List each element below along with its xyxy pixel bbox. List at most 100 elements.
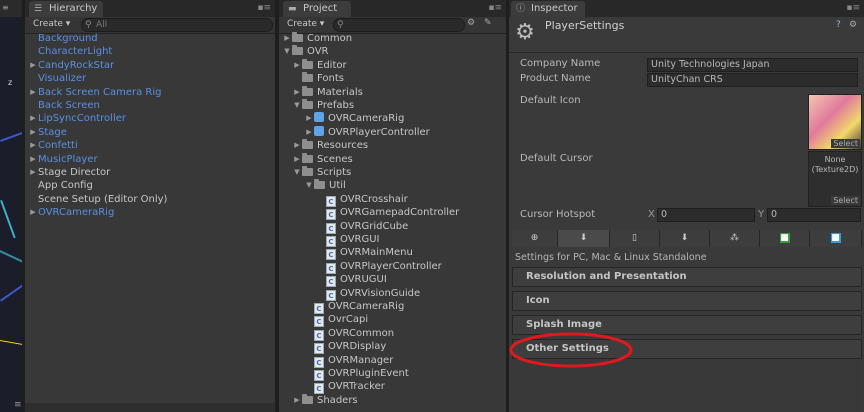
expand-arrow-icon[interactable]: ▼ bbox=[305, 179, 313, 192]
product-name-field[interactable]: UnityChan CRS bbox=[647, 73, 858, 87]
csharp-script-icon: C bbox=[326, 249, 336, 261]
default-cursor-select-button[interactable]: Select bbox=[831, 196, 860, 205]
project-item-label: Shaders bbox=[317, 394, 358, 406]
cursor-type-label: (Texture2D) bbox=[811, 165, 859, 174]
project-create-button[interactable]: Create ▾ bbox=[283, 18, 328, 31]
hierarchy-item-label: OVRCameraRig bbox=[38, 207, 115, 219]
expand-arrow-icon[interactable]: ▶ bbox=[305, 126, 313, 139]
standalone-download-icon: ⬇ bbox=[579, 233, 588, 243]
project-item-label: OVRGamepadController bbox=[340, 207, 460, 219]
csharp-script-icon: C bbox=[326, 209, 336, 221]
expand-arrow-icon[interactable]: ▼ bbox=[293, 99, 301, 112]
scene-view[interactable]: ≡ z ≡ bbox=[0, 0, 22, 412]
settings-for-label: Settings for PC, Mac & Linux Standalone bbox=[515, 252, 707, 263]
hierarchy-options-icon[interactable]: ▪≡ bbox=[257, 3, 271, 13]
expand-arrow-icon[interactable]: ▶ bbox=[293, 86, 301, 99]
expand-arrow-icon[interactable]: ▼ bbox=[293, 166, 301, 179]
default-icon-thumbnail[interactable]: Select bbox=[808, 94, 862, 150]
project-item-label: Common bbox=[307, 33, 353, 44]
hotspot-x-field[interactable]: 0 bbox=[657, 208, 755, 222]
platform-tab-standalone[interactable]: ⬇ bbox=[558, 230, 610, 247]
project-item-label: Scripts bbox=[317, 167, 352, 178]
inspector-options-icon[interactable]: ▪≡ bbox=[846, 3, 860, 13]
hierarchy-item-label: LipSyncController bbox=[38, 113, 126, 125]
tab-project[interactable]: ▬ Project bbox=[283, 1, 351, 17]
project-item-label: OVRPlayerController bbox=[340, 260, 442, 272]
inspector-title: PlayerSettings bbox=[545, 19, 625, 32]
hotspot-y-label: Y bbox=[758, 209, 765, 220]
tab-hierarchy[interactable]: ☰ Hierarchy bbox=[29, 1, 103, 17]
expand-arrow-icon[interactable]: ▶ bbox=[29, 112, 37, 125]
project-options-icon[interactable]: ▪≡ bbox=[488, 3, 502, 13]
filter-by-type-icon[interactable]: ⚙ bbox=[467, 18, 475, 28]
platform-tab-xbox[interactable]: ■ bbox=[760, 230, 810, 247]
hierarchy-tabbar: ☰ Hierarchy ▪≡ bbox=[25, 0, 275, 17]
csharp-script-icon: C bbox=[326, 276, 336, 288]
expand-arrow-icon[interactable]: ▶ bbox=[29, 153, 37, 166]
windows-store-icon: ■ bbox=[830, 233, 841, 243]
project-item-label: OVRCommon bbox=[328, 327, 395, 339]
folder-icon bbox=[302, 58, 313, 69]
csharp-script-icon: C bbox=[314, 370, 324, 381]
default-icon-select-button[interactable]: Select bbox=[831, 139, 860, 148]
default-cursor-thumbnail[interactable]: None (Texture2D) Select bbox=[808, 151, 862, 207]
hierarchy-item-label: MusicPlayer bbox=[38, 153, 98, 165]
expand-arrow-icon[interactable]: ▶ bbox=[293, 394, 301, 407]
expand-arrow-icon[interactable]: ▶ bbox=[293, 153, 301, 166]
expand-arrow-icon[interactable]: ▼ bbox=[283, 45, 291, 58]
folder-icon bbox=[302, 85, 313, 96]
project-tabbar: ▬ Project ▪≡ bbox=[279, 0, 506, 17]
project-item-label: OVRCameraRig bbox=[328, 301, 405, 312]
folder-icon bbox=[302, 166, 313, 176]
section-icon[interactable]: Icon bbox=[512, 291, 862, 311]
expand-arrow-icon[interactable]: ▶ bbox=[29, 206, 37, 219]
company-name-field[interactable]: Unity Technologies Japan bbox=[647, 58, 858, 72]
csharp-script-icon: C bbox=[326, 195, 336, 207]
section-resolution-and-presentation[interactable]: Resolution and Presentation bbox=[512, 267, 862, 287]
hierarchy-tab-icon: ☰ bbox=[34, 4, 43, 14]
csharp-script-icon: C bbox=[314, 303, 324, 314]
expand-arrow-icon[interactable]: ▶ bbox=[305, 112, 313, 125]
project-item-label: OVRPlayerController bbox=[328, 126, 430, 138]
expand-arrow-icon[interactable]: ▶ bbox=[29, 126, 37, 139]
platform-tab-windows-store[interactable]: ■ bbox=[810, 230, 862, 247]
project-search-input[interactable]: ⚲ bbox=[333, 18, 465, 32]
csharp-script-icon: C bbox=[326, 262, 336, 274]
platform-tab-web[interactable]: ⊕ bbox=[512, 230, 558, 247]
component-settings-icon[interactable]: ⚙ bbox=[849, 20, 857, 30]
expand-arrow-icon[interactable]: ▶ bbox=[293, 139, 301, 152]
project-item-label: OVRCrosshair bbox=[340, 193, 408, 205]
hierarchy-search-placeholder: All bbox=[96, 20, 108, 30]
csharp-script-icon: C bbox=[326, 222, 336, 234]
tab-inspector[interactable]: ⓘ Inspector bbox=[511, 1, 585, 17]
scene-axis-label: z bbox=[8, 78, 13, 87]
highlight-ellipse bbox=[509, 332, 633, 368]
expand-arrow-icon[interactable]: ▶ bbox=[293, 59, 301, 72]
platform-tab-blackberry[interactable]: ⁂ bbox=[710, 230, 760, 247]
project-item-label: OVRTracker bbox=[328, 381, 385, 393]
expand-arrow-icon[interactable]: ▶ bbox=[29, 166, 37, 179]
folder-icon bbox=[314, 179, 325, 190]
project-tree: ▶ Common ▼ OVR ▶ Editor Fonts ▶ Materials ▼ Prefab… bbox=[279, 32, 506, 412]
project-item-label: OVRCameraRig bbox=[328, 113, 405, 125]
hierarchy-item-label: CandyRockStar bbox=[38, 59, 115, 71]
project-item-label: Resources bbox=[317, 140, 369, 152]
hierarchy-search-input[interactable]: ⚲ All bbox=[81, 18, 273, 32]
scene-menu-icon[interactable]: ≡ bbox=[2, 3, 12, 12]
project-item-label: OVRMainMenu bbox=[340, 247, 413, 259]
expand-arrow-icon[interactable]: ▶ bbox=[29, 139, 37, 152]
hierarchy-create-button[interactable]: Create ▾ bbox=[29, 18, 74, 31]
expand-arrow-icon[interactable]: ▶ bbox=[29, 86, 37, 99]
expand-arrow-icon[interactable]: ▶ bbox=[29, 59, 37, 72]
prefab-icon bbox=[314, 112, 324, 123]
filter-by-label-icon[interactable]: ✎ bbox=[484, 18, 492, 28]
platform-tab-ios[interactable]: ▯ bbox=[610, 230, 660, 247]
help-icon[interactable]: ? bbox=[836, 20, 841, 30]
expand-arrow-icon[interactable]: ▶ bbox=[283, 32, 291, 45]
hotspot-y-field[interactable]: 0 bbox=[767, 208, 861, 222]
project-panel: ▬ Project ▪≡ Create ▾ ⚲ ⚙ ✎ ▶ Common ▼ OVR ▶… bbox=[279, 0, 506, 412]
platform-tab-android[interactable]: ⬇ bbox=[660, 230, 710, 247]
project-tab-label: Project bbox=[303, 3, 338, 14]
scene-grid-line bbox=[0, 250, 22, 265]
scene-grid-line bbox=[0, 129, 22, 142]
